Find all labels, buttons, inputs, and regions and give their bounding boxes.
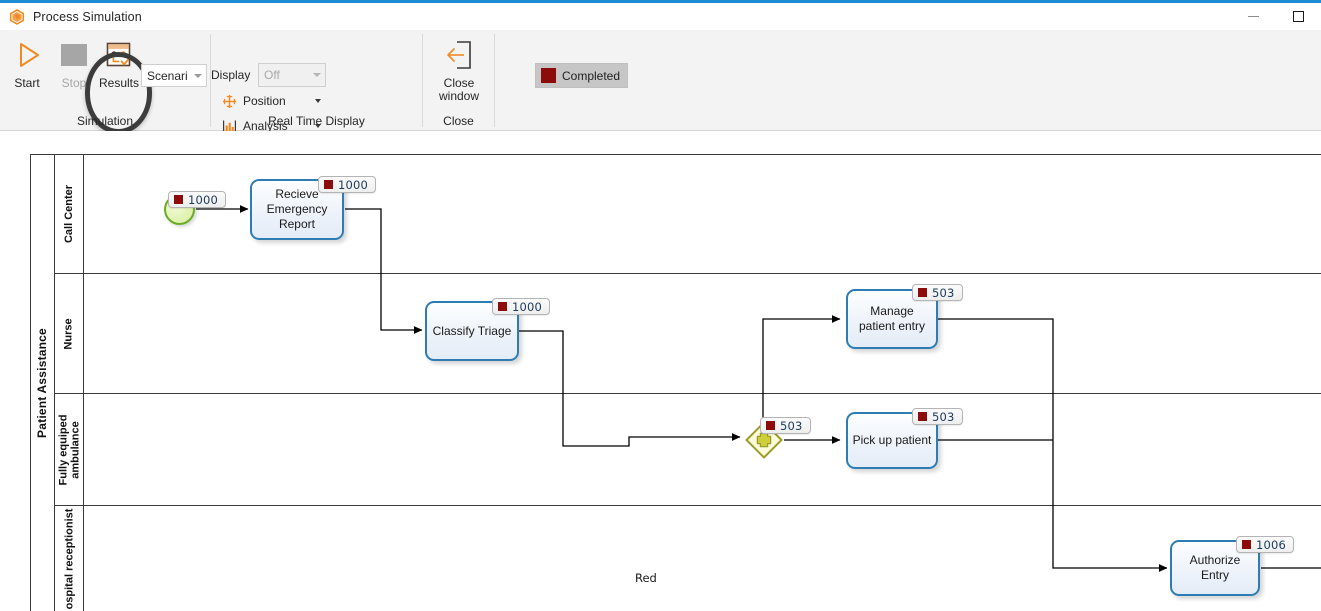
- task-classify-triage-badge: 1000: [492, 298, 551, 315]
- results-button[interactable]: Results: [94, 33, 144, 116]
- start-event-badge-value: 1000: [188, 192, 219, 207]
- start-event-badge: 1000: [168, 191, 227, 208]
- task-pick-up-patient-badge: 503: [912, 408, 963, 425]
- badge-swatch: [324, 180, 333, 189]
- ribbon-group-real-time-display: Display Off Completed Position Analysis …: [211, 30, 629, 133]
- ribbon-group-simulation-label: Simulation: [76, 114, 134, 128]
- ribbon-group-simulation: Start Stop Results Scenari Simulation: [0, 30, 210, 134]
- close-window-button[interactable]: Close window: [433, 33, 485, 116]
- bpmn-diagram-canvas[interactable]: Patient Assistance Call Center Nurse Ful…: [0, 131, 1321, 611]
- completed-color-swatch: [541, 68, 556, 83]
- title-bar: Process Simulation: [0, 3, 1321, 30]
- maximize-icon: [1293, 11, 1304, 22]
- chevron-down-icon: [190, 73, 206, 78]
- close-arrow-left-icon: [442, 38, 476, 72]
- close-window-line2: window: [438, 89, 480, 103]
- maximize-button[interactable]: [1276, 3, 1321, 30]
- ribbon-group-real-time-display-label: Real Time Display: [268, 114, 365, 128]
- window-title: Process Simulation: [33, 9, 142, 24]
- task-recieve-emergency-report-badge: 1000: [318, 176, 377, 193]
- task-manage-patient-entry-badge-value: 503: [932, 285, 955, 300]
- chevron-down-icon: [309, 73, 325, 77]
- app-hexagon-icon: [9, 8, 25, 25]
- completed-toggle-label: Completed: [562, 68, 621, 83]
- stop-square-icon: [57, 38, 91, 72]
- start-button-label: Start: [14, 76, 40, 90]
- minimize-icon: [1248, 16, 1259, 17]
- stop-button-label: Stop: [61, 76, 87, 90]
- badge-swatch: [766, 421, 775, 430]
- display-label: Display: [211, 68, 251, 82]
- ribbon-group-close: Close window Close: [423, 30, 494, 131]
- ribbon-toolbar: Start Stop Results Scenari Simulation Di…: [0, 30, 1321, 134]
- position-dropdown-toggle[interactable]: [311, 90, 325, 112]
- task-authorize-entry-badge: 1006: [1236, 536, 1295, 553]
- display-combo[interactable]: Off: [258, 63, 326, 87]
- results-button-label: Results: [98, 76, 139, 90]
- ribbon-separator-3: [494, 34, 495, 127]
- ribbon-group-close-label: Close: [443, 114, 474, 128]
- task-recieve-emergency-report-badge-value: 1000: [338, 177, 369, 192]
- bpmn-shapes-layer: 1000 Recieve Emergency Report 1000 Class…: [0, 131, 1321, 611]
- task-pick-up-patient-badge-value: 503: [932, 409, 955, 424]
- task-manage-patient-entry-badge: 503: [912, 284, 963, 301]
- badge-swatch: [918, 288, 927, 297]
- badge-swatch: [174, 195, 183, 204]
- play-triangle-icon: [10, 38, 44, 72]
- position-button-label: Position: [243, 94, 286, 108]
- badge-swatch: [498, 302, 507, 311]
- scenario-combo-value: Scenari: [147, 68, 188, 83]
- minimize-button[interactable]: [1231, 3, 1276, 30]
- results-report-icon: [102, 38, 136, 72]
- red-flow-label: Red: [635, 571, 657, 585]
- position-button[interactable]: Position: [217, 90, 290, 112]
- task-classify-triage-badge-value: 1000: [512, 299, 543, 314]
- stop-button[interactable]: Stop: [49, 33, 99, 116]
- badge-swatch: [1242, 540, 1251, 549]
- start-button[interactable]: Start: [2, 33, 52, 116]
- parallel-gateway-badge-value: 503: [780, 418, 803, 433]
- display-combo-value: Off: [264, 68, 280, 82]
- badge-swatch: [918, 412, 927, 421]
- application-window: Process Simulation Start Stop Results Sc…: [0, 0, 1321, 611]
- task-authorize-entry-badge-value: 1006: [1256, 537, 1287, 552]
- parallel-gateway-badge: 503: [760, 417, 811, 434]
- completed-toggle-button[interactable]: Completed: [535, 63, 629, 88]
- move-cross-icon: [221, 93, 237, 109]
- scenario-combo[interactable]: Scenari: [141, 64, 207, 87]
- window-controls: [1231, 3, 1321, 30]
